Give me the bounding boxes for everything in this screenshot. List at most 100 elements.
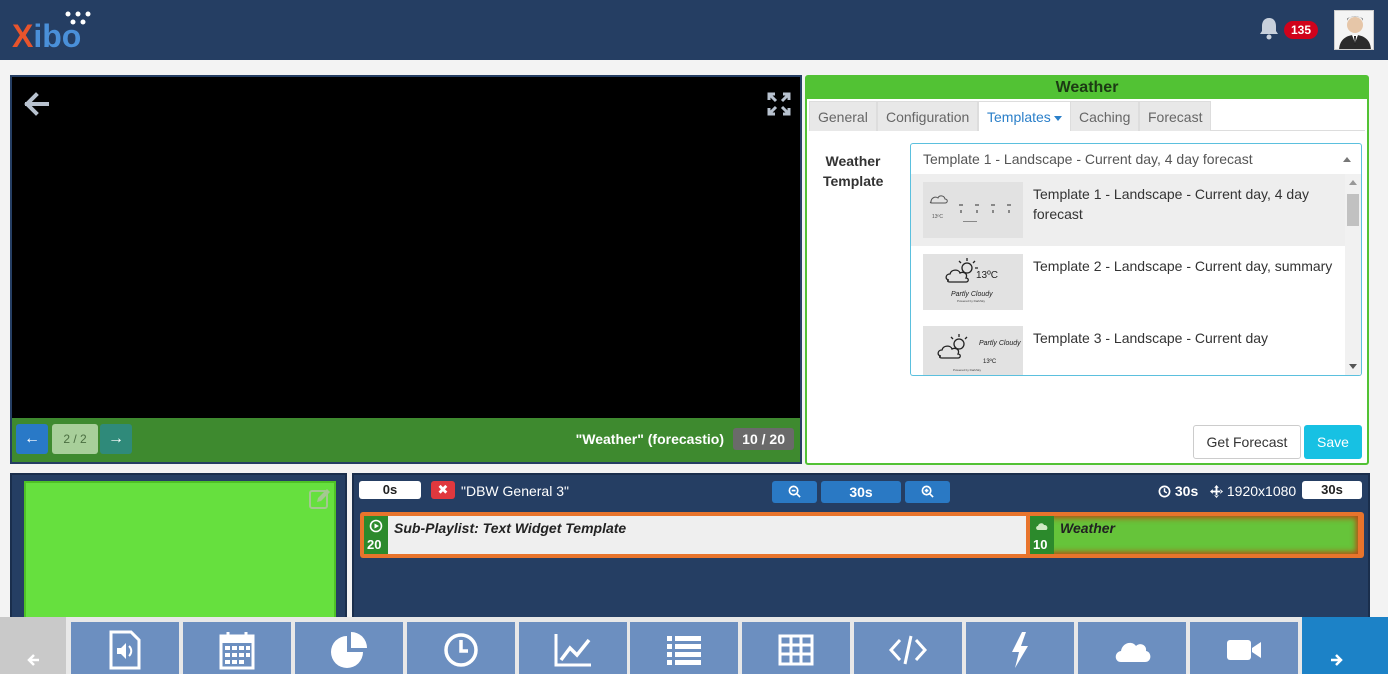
caret-down-icon (1053, 115, 1062, 121)
user-avatar[interactable] (1334, 10, 1374, 50)
toolbar-scroll-right[interactable] (1302, 617, 1388, 674)
template-3-thumbnail: Partly Cloudy 13ºC Powered by DarkSky (923, 326, 1023, 375)
template-option-2[interactable]: 13ºC Partly Cloudy Powered by DarkSky Te… (911, 246, 1345, 318)
fullscreen-icon[interactable] (766, 91, 792, 117)
region-duration-value: 30s (1174, 483, 1199, 499)
tab-configuration[interactable]: Configuration (877, 101, 979, 131)
widget-weather-label: Weather (1060, 520, 1115, 536)
save-button[interactable]: Save (1304, 425, 1362, 459)
clock-icon (444, 633, 478, 667)
edit-icon[interactable] (308, 487, 332, 511)
user-avatar-icon (1335, 11, 1373, 49)
arrow-left-icon[interactable] (24, 91, 50, 117)
thumb2-credit: Powered by DarkSky (957, 299, 986, 303)
widget-toolbar (0, 617, 1388, 674)
zoom-in-icon (921, 485, 934, 498)
arrow-left-icon (27, 654, 39, 666)
widget-weather[interactable]: 10 Weather (1030, 516, 1358, 554)
play-circle-icon (369, 519, 383, 533)
notification-badge[interactable]: 135 (1284, 21, 1319, 39)
scroll-up-icon[interactable] (1349, 180, 1357, 185)
template-option-3-label: Template 3 - Landscape - Current day (1033, 330, 1269, 346)
timeline-end-time: 30s (1302, 481, 1362, 499)
cloud-icon (1036, 523, 1048, 530)
properties-tabs: General Configuration Templates Caching … (809, 101, 1365, 131)
widget-subplaylist-count: 20 (367, 537, 382, 552)
arrow-right-icon (1331, 654, 1343, 666)
preview-navigation-bar: ← 2 / 2 → "Weather" (forecastio) 10 / 20 (12, 418, 800, 462)
region-timeline: 0s ✖ "DBW General 3" 30s 30s 1920x1080 3… (352, 473, 1370, 633)
video-widget-button[interactable] (1190, 622, 1298, 674)
region-duration: 30s (1158, 483, 1198, 499)
weather-template-select[interactable]: Template 1 - Landscape - Current day, 4 … (910, 143, 1362, 175)
widget-subplaylist[interactable]: 20 Sub-Playlist: Text Widget Template (364, 516, 1026, 554)
cloud-icon (1115, 642, 1151, 662)
dropdown-scrollbar[interactable] (1345, 174, 1361, 375)
thumb3-temp: 13ºC (983, 358, 997, 365)
template-option-1[interactable]: 13ºC Template 1 - Landscape - Current da… (911, 174, 1345, 246)
calendar-icon (219, 632, 255, 670)
thumb1-temp: 13ºC (932, 214, 943, 220)
previous-widget-button[interactable]: ← (16, 424, 48, 454)
weather-thumbnail-2-icon: 13ºC Partly Cloudy Powered by DarkSky (945, 258, 998, 303)
weather-thumbnail-1-icon: 13ºC (929, 195, 1011, 222)
scrollbar-thumb[interactable] (1347, 194, 1359, 226)
timeline-start-time: 0s (359, 481, 421, 499)
flash-widget-button[interactable] (966, 622, 1074, 674)
logo-x: X (12, 18, 34, 54)
region-box[interactable] (24, 481, 336, 631)
region-resolution-value: 1920x1080 (1226, 483, 1297, 499)
tab-templates[interactable]: Templates (978, 101, 1071, 131)
get-forecast-button[interactable]: Get Forecast (1193, 425, 1301, 459)
calendar-widget-button[interactable] (183, 622, 291, 674)
zoom-out-icon (788, 485, 801, 498)
widget-weather-count: 10 (1033, 537, 1048, 552)
zoom-in-button[interactable] (905, 481, 950, 503)
logo-dots-icon (65, 11, 91, 25)
template-option-1-label: Template 1 - Landscape - Current day, 4 … (1033, 186, 1310, 222)
tab-forecast[interactable]: Forecast (1139, 101, 1212, 131)
preview-widget-count: 10 / 20 (733, 428, 794, 450)
next-widget-button[interactable]: → (100, 424, 132, 454)
clock-icon (1158, 485, 1171, 498)
widget-track: 20 Sub-Playlist: Text Widget Template 10… (360, 512, 1364, 558)
region-preview-panel (10, 473, 347, 633)
template-2-thumbnail: 13ºC Partly Cloudy Powered by DarkSky (923, 254, 1023, 310)
zoom-out-button[interactable] (772, 481, 817, 503)
audio-widget-button[interactable] (71, 622, 179, 674)
stats-widget-button[interactable] (519, 622, 627, 674)
code-icon (888, 635, 928, 665)
template-dropdown-list: 13ºC Template 1 - Landscape - Current da… (910, 174, 1362, 376)
list-icon (667, 636, 701, 665)
list-widget-button[interactable] (630, 622, 738, 674)
pie-chart-icon (331, 632, 367, 668)
table-widget-button[interactable] (742, 622, 850, 674)
bell-icon[interactable] (1258, 16, 1280, 40)
weather-widget-button[interactable] (1078, 622, 1186, 674)
clock-widget-button[interactable] (407, 622, 515, 674)
top-navbar: Xibo 135 (0, 0, 1388, 60)
preview-widget-name: "Weather" (forecastio) (575, 431, 724, 447)
xibo-logo[interactable]: Xibo (12, 10, 102, 54)
template-option-2-label: Template 2 - Landscape - Current day, su… (1033, 258, 1333, 274)
region-name: "DBW General 3" (461, 483, 569, 499)
close-icon[interactable]: ✖ (431, 481, 455, 499)
properties-title: Weather (807, 77, 1367, 99)
layout-preview[interactable]: ← 2 / 2 → "Weather" (forecastio) 10 / 20 (10, 75, 802, 464)
tab-templates-label: Templates (987, 109, 1051, 125)
selected-template-value: Template 1 - Landscape - Current day, 4 … (923, 151, 1253, 167)
chart-widget-button[interactable] (295, 622, 403, 674)
tab-caching[interactable]: Caching (1070, 101, 1140, 131)
template-option-3[interactable]: Partly Cloudy 13ºC Powered by DarkSky Te… (911, 318, 1345, 375)
widget-properties-panel: Weather General Configuration Templates … (805, 75, 1369, 465)
scroll-down-icon[interactable] (1349, 364, 1357, 369)
toolbar-scroll-left[interactable] (0, 617, 66, 674)
zoom-level[interactable]: 30s (821, 481, 901, 503)
widget-subplaylist-label: Sub-Playlist: Text Widget Template (394, 520, 627, 536)
html-widget-button[interactable] (854, 622, 962, 674)
thumb3-credit: Powered by DarkSky (953, 368, 982, 372)
tab-general[interactable]: General (809, 101, 877, 131)
region-resolution: 1920x1080 (1210, 483, 1296, 499)
move-arrows-icon (1210, 485, 1223, 498)
thumb2-desc: Partly Cloudy (951, 291, 993, 298)
